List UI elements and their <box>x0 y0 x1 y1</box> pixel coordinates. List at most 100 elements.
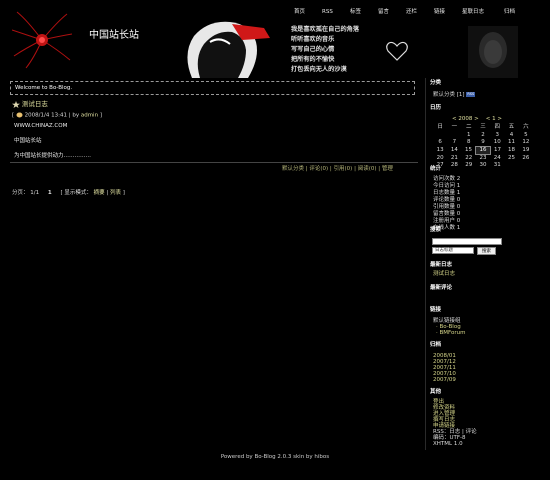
calendar-day[interactable]: 18 <box>504 147 518 155</box>
calendar-day[interactable]: 8 <box>462 139 476 147</box>
nav-tags[interactable]: 标签 <box>350 9 361 16</box>
heart-icon <box>386 41 408 61</box>
search-type-select[interactable]: 日志标题 <box>432 247 474 254</box>
calendar-day[interactable]: 22 <box>462 154 476 162</box>
post-title[interactable]: 测试日志 <box>22 100 48 108</box>
calendar-day[interactable]: 24 <box>490 154 504 162</box>
calendar-day[interactable]: 26 <box>519 154 533 162</box>
calendar-day <box>447 132 461 140</box>
calendar-day[interactable]: 11 <box>504 139 518 147</box>
blog-post: 测试日志 [ 2008/1/4 13:41 | by admin ] WWW.C… <box>12 100 420 159</box>
pager-label: 分页： <box>12 190 29 196</box>
calendar-day[interactable]: 19 <box>519 147 533 155</box>
recent-post-link[interactable]: 测试日志 <box>433 271 455 278</box>
calendar-day[interactable]: 30 <box>476 162 490 170</box>
post-author[interactable]: admin <box>81 113 98 119</box>
mode-list-link[interactable]: 列表 <box>110 190 121 196</box>
post-text-line: 中国站长站 <box>14 138 42 144</box>
meta-bracket-close: ] <box>99 112 102 119</box>
calendar-prev-month[interactable]: < <box>486 116 491 122</box>
poem-line: 我是喜欢孤在自己的角落 <box>291 26 360 33</box>
calendar-day[interactable]: 4 <box>504 132 518 140</box>
calendar-day[interactable]: 12 <box>519 139 533 147</box>
post-trackback-link[interactable]: 引用(0) <box>334 166 353 172</box>
post-actions: 默认分类 | 评论(0) | 引用(0) | 阅读(0) | 管理 <box>282 166 393 172</box>
stat-line: 注册用户 0 <box>433 218 461 224</box>
nav-rss[interactable]: RSS <box>322 9 333 16</box>
meta-separator: | <box>68 112 71 119</box>
clock-icon <box>16 112 23 118</box>
post-star-icon <box>12 100 20 108</box>
calendar-day[interactable]: 20 <box>433 154 447 162</box>
calendar-prev-year[interactable]: < <box>452 116 457 122</box>
nav-home[interactable]: 首页 <box>294 9 305 16</box>
nav-item-5[interactable]: 还栏 <box>406 9 417 16</box>
calendar-day[interactable]: 29 <box>462 162 476 170</box>
welcome-box: Welcome to Bo-Blog. <box>10 81 415 95</box>
post-title-row: 测试日志 <box>12 100 420 110</box>
site-title[interactable]: 中国站长站 <box>89 30 139 43</box>
category-title: 分类 <box>430 80 442 86</box>
poem-line: 打包丢向无人的沙漠 <box>291 66 347 73</box>
calendar-day[interactable]: 31 <box>490 162 504 170</box>
search-button[interactable]: 搜索 <box>477 247 496 255</box>
calendar-day[interactable]: 3 <box>490 132 504 140</box>
calendar-day[interactable]: 15 <box>462 147 476 155</box>
calendar-day[interactable]: 7 <box>447 139 461 147</box>
calendar-day[interactable]: 28 <box>447 162 461 170</box>
calendar-week: 20 21 22 23 24 25 26 <box>433 154 533 162</box>
calendar-day[interactable]: 6 <box>433 139 447 147</box>
display-mode-label: 显示模式： <box>64 190 92 196</box>
archive-title: 归档 <box>430 342 442 348</box>
calendar-day[interactable]: 21 <box>447 154 461 162</box>
calendar-day[interactable]: 1 <box>462 132 476 140</box>
comments-title: 最新评论 <box>430 285 453 291</box>
calendar-header: < 2008 > < 1 > <box>452 116 502 123</box>
weekday: 二 <box>465 124 472 131</box>
stats-title: 统计 <box>430 166 442 172</box>
weekday: 三 <box>480 124 486 131</box>
weekday: 一 <box>451 124 458 131</box>
rss-badge[interactable]: RSS <box>466 92 476 97</box>
calendar-day[interactable]: 16 <box>475 146 491 155</box>
archive-link[interactable]: 2007/09 <box>433 377 456 384</box>
post-by-label: by <box>72 112 80 119</box>
nav-starred-log[interactable]: 星联日志 <box>462 9 484 16</box>
calendar-day[interactable]: 13 <box>433 147 447 155</box>
header-art-icon <box>187 21 270 78</box>
post-comments-link[interactable]: 评论(0) <box>309 166 328 172</box>
link-bmforum[interactable]: · BMForum <box>436 330 465 337</box>
stat-line: 留言数量 0 <box>433 211 461 217</box>
calendar-month: 1 <box>492 116 496 122</box>
calendar-week: 27 28 29 30 31 <box>433 162 533 170</box>
logo-icon <box>12 11 72 69</box>
calendar-day[interactable]: 5 <box>519 132 533 140</box>
search-input[interactable] <box>432 238 502 245</box>
post-text-line: 为中国站长提供动力…………… <box>14 153 92 159</box>
category-count: [1] <box>456 92 465 98</box>
post-views-link[interactable]: 阅读(0) <box>358 166 377 172</box>
post-manage-link[interactable]: 管理 <box>382 166 393 172</box>
top-nav: 首页 RSS 标签 留言 还栏 链接 星联日志 归档 <box>291 9 521 19</box>
category-default-link[interactable]: 默认分类 <box>433 92 455 98</box>
mode-summary-link[interactable]: 摘要 <box>94 190 105 196</box>
calendar-year: 2008 <box>458 116 473 122</box>
calendar-day[interactable]: 17 <box>490 147 504 155</box>
nav-archive[interactable]: 归档 <box>504 9 515 16</box>
calendar-day[interactable]: 25 <box>504 154 518 162</box>
nav-guestbook[interactable]: 留言 <box>378 9 389 16</box>
calendar-day[interactable]: 14 <box>447 147 461 155</box>
calendar-next-month[interactable]: > <box>497 116 502 122</box>
calendar-day[interactable]: 23 <box>476 154 490 162</box>
post-category-link[interactable]: 默认分类 <box>282 166 304 172</box>
stat-line: 访问次数 2 <box>433 176 461 182</box>
calendar-next-year[interactable]: > <box>474 116 479 122</box>
nav-links[interactable]: 链接 <box>434 9 445 16</box>
calendar-day <box>433 132 447 140</box>
calendar-day[interactable]: 2 <box>476 132 490 140</box>
calendar-title: 日历 <box>430 105 442 111</box>
calendar-day[interactable]: 9 <box>476 139 490 147</box>
calendar-grid: 日 一 二 三 四 五 六 1 2 3 4 5 6 7 8 9 10 11 12 13 14 15 16 17 1… <box>433 124 533 169</box>
calendar-day[interactable]: 10 <box>490 139 504 147</box>
header: 中国站长站 首页 RSS 标签 留言 还栏 链接 星联日志 归档 我是喜欢孤在自… <box>0 0 550 78</box>
